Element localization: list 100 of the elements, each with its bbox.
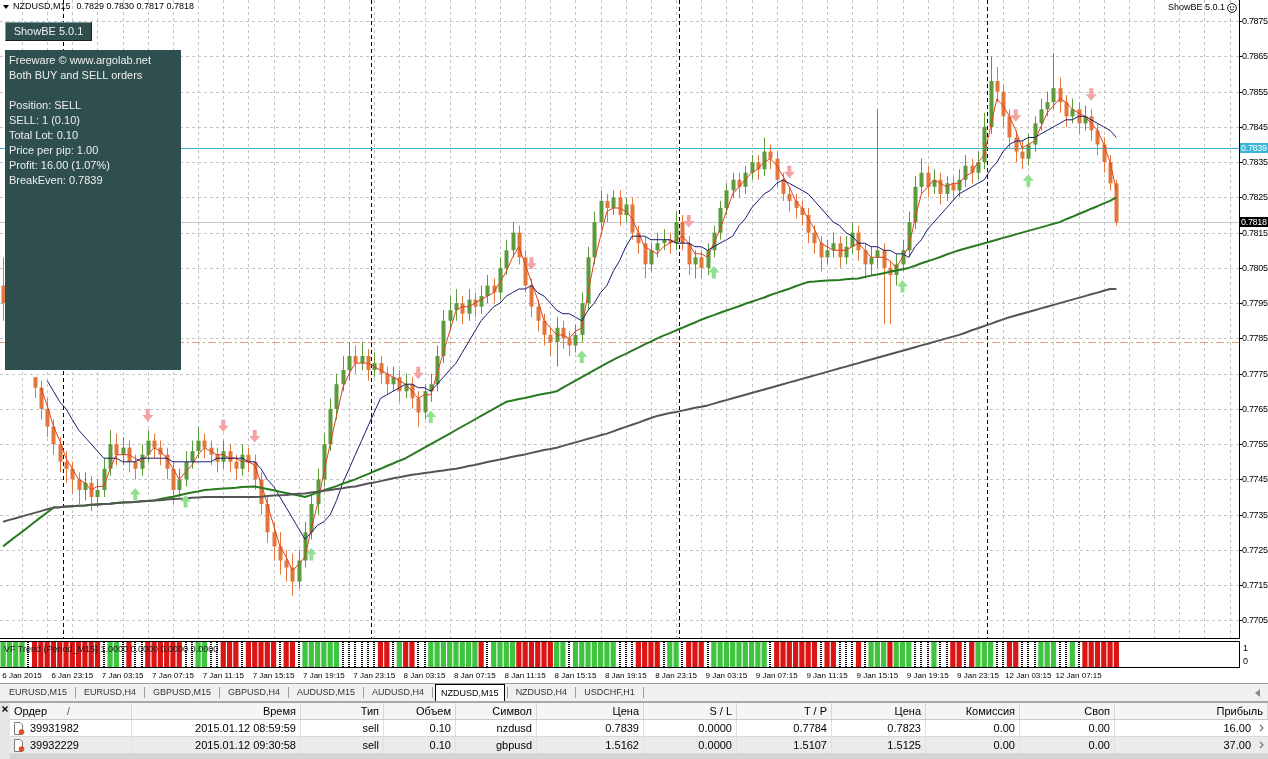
column-header[interactable]: Цена	[537, 703, 644, 719]
candle-wick	[997, 66, 998, 103]
chart-tab[interactable]: USDCHF,H1	[578, 684, 641, 701]
candle-wick	[808, 207, 809, 244]
column-header[interactable]: Комиссия	[926, 703, 1020, 719]
arrow-up-marker	[305, 547, 317, 561]
candle-wick	[651, 242, 652, 272]
time-axis-label: 7 Jan 07:15	[152, 670, 194, 681]
time-axis-label: 9 Jan 03:15	[705, 670, 748, 681]
candle-wick	[462, 295, 463, 325]
candle-wick	[777, 151, 778, 188]
candle-wick	[381, 355, 382, 385]
candle-wick	[299, 549, 300, 590]
candle-wick	[129, 440, 130, 473]
candle-wick	[450, 295, 451, 329]
time-axis-label: 8 Jan 03:15	[403, 670, 446, 681]
chart-tab[interactable]: AUDUSD,H4	[366, 684, 431, 701]
column-header[interactable]: Ордер	[14, 703, 48, 719]
indicator-button[interactable]: ShowBE 5.0.1	[5, 22, 92, 41]
price-axis-label: 0.7875	[1242, 16, 1268, 27]
chart-tab[interactable]: GBPUSD,H4	[222, 684, 287, 701]
column-header[interactable]: Тип	[301, 703, 384, 719]
panel-text: Price per pip: 1.00	[9, 143, 100, 158]
column-header[interactable]: Время	[132, 703, 301, 719]
column-header[interactable]: Цена	[832, 703, 926, 719]
panel-text: Position: SELL	[9, 98, 83, 113]
histogram-bar	[1069, 642, 1075, 667]
candle-wick	[236, 454, 237, 480]
chart-tab[interactable]: GBPUSD,M15	[147, 684, 218, 701]
candle-wick	[204, 433, 205, 459]
table-cell: 0.00	[926, 737, 1020, 753]
candle-wick	[896, 253, 897, 286]
time-axis-label: 9 Jan 15:15	[856, 670, 899, 681]
candle-wick	[418, 390, 419, 427]
candle-wick	[72, 461, 73, 494]
candle-wick	[362, 341, 363, 371]
column-header[interactable]: Прибыль	[1115, 703, 1268, 719]
candle-wick	[223, 440, 224, 470]
candle-wick	[689, 235, 690, 276]
candle-wick	[972, 158, 973, 184]
chart-tab[interactable]: AUDUSD,M15	[291, 684, 362, 701]
candle-wick	[531, 277, 532, 318]
panel-text: SELL: 1 (0.10)	[9, 113, 81, 128]
column-header[interactable]: Объем	[384, 703, 456, 719]
column-header[interactable]: S / L	[644, 703, 737, 719]
column-header[interactable]: T / P	[737, 703, 832, 719]
candle-wick	[739, 172, 740, 198]
candle-wick	[569, 330, 570, 357]
time-axis-label: 6 Jan 23:15	[51, 670, 94, 681]
candle-wick	[179, 468, 180, 498]
candle-wick	[1104, 136, 1105, 174]
candle-wick	[708, 242, 709, 276]
table-cell: 37.00	[1223, 737, 1251, 753]
candle-wick	[959, 168, 960, 198]
candle-wick	[726, 182, 727, 216]
arrow-down-marker	[217, 419, 229, 432]
sort-indicator: /	[67, 704, 70, 719]
candle-wick	[613, 189, 614, 216]
candle-wick	[173, 461, 174, 505]
candle-wick	[1085, 105, 1086, 131]
candle-body	[1, 285, 6, 304]
close-icon[interactable]	[2, 706, 8, 712]
candle-wick	[695, 249, 696, 279]
candle-wick	[374, 352, 375, 378]
candle-wick	[248, 447, 249, 473]
candle-wick	[47, 397, 48, 438]
candle-wick	[85, 471, 86, 502]
time-axis-label: 8 Jan 11:15	[504, 670, 546, 681]
candle-wick	[192, 440, 193, 470]
chart-tab[interactable]: EURUSD,M15	[3, 684, 73, 701]
time-axis-label: 8 Jan 19:15	[604, 670, 647, 681]
column-header[interactable]: Символ	[456, 703, 537, 719]
candle-wick	[481, 285, 482, 315]
column-header[interactable]: Своп	[1020, 703, 1115, 719]
candle-wick	[953, 175, 954, 202]
candle-wick	[638, 225, 639, 255]
candle-wick	[349, 341, 350, 382]
candle-wick	[425, 383, 426, 420]
arrow-down-marker	[142, 408, 154, 422]
time-axis-label: 7 Jan 11:15	[202, 670, 244, 681]
table-cell: 0.7784	[737, 720, 832, 736]
time-axis-label: 12 Jan 07:15	[1055, 670, 1102, 681]
price-axis-label: 0.7835	[1242, 157, 1268, 168]
time-axis-label: 8 Jan 07:15	[453, 670, 496, 681]
caret-icon	[3, 4, 9, 9]
chart-tab[interactable]: NZDUSD,M15	[435, 684, 505, 701]
chart-tab[interactable]: EURUSD,H4	[78, 684, 143, 701]
left-triangle-icon[interactable]	[1255, 688, 1260, 697]
table-cell: 1.5107	[737, 737, 832, 753]
candle-wick	[657, 232, 658, 258]
time-axis-label: 9 Jan 11:15	[806, 670, 848, 681]
chevron-right-icon[interactable]	[1259, 741, 1264, 749]
price-axis-label: 0.7845	[1242, 121, 1268, 132]
chevron-right-icon[interactable]	[1259, 724, 1264, 732]
chart-tab[interactable]: NZDUSD,H4	[509, 684, 574, 701]
table-cell: 0.0000	[644, 737, 737, 753]
candle-wick	[230, 443, 231, 473]
panel-text: BreakEven: 0.7839	[9, 173, 104, 188]
candle-wick	[60, 436, 61, 473]
arrow-up-marker	[129, 488, 141, 501]
